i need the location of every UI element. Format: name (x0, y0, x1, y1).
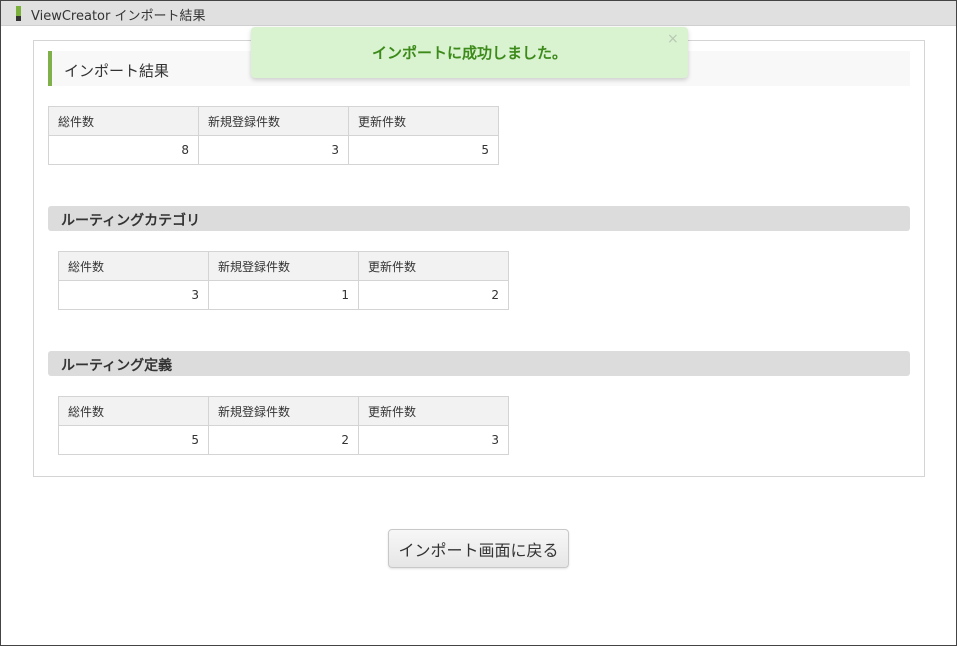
cell-total: 8 (48, 135, 199, 165)
cell-new: 3 (198, 135, 349, 165)
table-header-row: 総件数 新規登録件数 更新件数 (58, 396, 509, 426)
cell-updated: 3 (358, 425, 509, 455)
app-logo-icon (16, 6, 21, 21)
header-new: 新規登録件数 (208, 251, 359, 281)
header-updated: 更新件数 (358, 396, 509, 426)
section-title: ルーティングカテゴリ (61, 213, 201, 229)
table-row: 5 2 3 (58, 425, 509, 455)
page-title: インポート結果 (64, 62, 170, 80)
section-header-routing-definition: ルーティング定義 (48, 351, 910, 376)
result-panel: インポート結果 総件数 新規登録件数 更新件数 8 3 5 ルーティングカテゴリ… (33, 40, 925, 477)
title-bar: ViewCreator インポート結果 (1, 1, 956, 26)
section-title: ルーティング定義 (61, 358, 173, 374)
cell-new: 1 (208, 280, 359, 310)
header-total: 総件数 (58, 251, 209, 281)
summary-table: 総件数 新規登録件数 更新件数 8 3 5 (48, 106, 499, 165)
header-updated: 更新件数 (348, 106, 499, 136)
table-header-row: 総件数 新規登録件数 更新件数 (58, 251, 509, 281)
table-row: 3 1 2 (58, 280, 509, 310)
header-new: 新規登録件数 (198, 106, 349, 136)
success-toast: インポートに成功しました。 × (251, 27, 688, 78)
cell-new: 2 (208, 425, 359, 455)
window-frame: ViewCreator インポート結果 インポート結果 総件数 新規登録件数 更… (0, 0, 957, 646)
header-new: 新規登録件数 (208, 396, 359, 426)
table-header-row: 総件数 新規登録件数 更新件数 (48, 106, 499, 136)
routing-category-table: 総件数 新規登録件数 更新件数 3 1 2 (58, 251, 509, 310)
routing-definition-table: 総件数 新規登録件数 更新件数 5 2 3 (58, 396, 509, 455)
table-row: 8 3 5 (48, 135, 499, 165)
cell-total: 5 (58, 425, 209, 455)
toast-message: インポートに成功しました。 (371, 44, 567, 62)
close-icon[interactable]: × (667, 31, 679, 47)
cell-updated: 2 (358, 280, 509, 310)
header-total: 総件数 (58, 396, 209, 426)
header-total: 総件数 (48, 106, 199, 136)
window-title: ViewCreator インポート結果 (31, 9, 206, 24)
header-updated: 更新件数 (358, 251, 509, 281)
section-header-routing-category: ルーティングカテゴリ (48, 206, 910, 231)
back-to-import-button[interactable]: インポート画面に戻る (388, 529, 569, 568)
cell-updated: 5 (348, 135, 499, 165)
cell-total: 3 (58, 280, 209, 310)
